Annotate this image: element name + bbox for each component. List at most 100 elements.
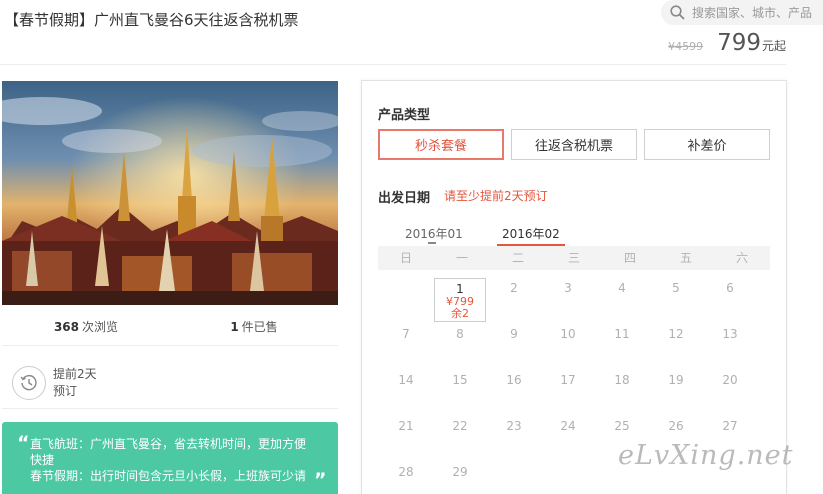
day-number: 26 xyxy=(668,419,684,433)
weekday-label: 六 xyxy=(735,251,748,265)
calendar-day[interactable]: 2 xyxy=(488,278,540,322)
day-number: 20 xyxy=(722,373,738,387)
weekday-label: 日 xyxy=(399,251,412,265)
original-price: ¥4599 xyxy=(668,40,704,53)
day-number: 8 xyxy=(456,327,464,341)
search-input[interactable]: 搜索国家、城市、产品 xyxy=(692,4,812,21)
calendar-day[interactable]: 10 xyxy=(542,324,594,368)
views-count: 368 xyxy=(53,320,80,334)
day-remaining: 余2 xyxy=(451,307,469,320)
highlight-line: 春节假期：出行时间包含元旦小长假，上班族可少请 xyxy=(30,469,307,483)
calendar-day[interactable]: 20 xyxy=(704,370,756,414)
month-tab-feb[interactable]: 2016年02 xyxy=(497,225,565,246)
calendar-day[interactable]: 9 xyxy=(488,324,540,368)
day-number: 18 xyxy=(614,373,630,387)
calendar-day[interactable]: 28 xyxy=(380,462,432,494)
month-marker xyxy=(428,242,436,244)
calendar-day[interactable]: 14 xyxy=(380,370,432,414)
day-number: 27 xyxy=(722,419,738,433)
day-number: 12 xyxy=(668,327,684,341)
calendar-day[interactable]: 29 xyxy=(434,462,486,494)
month-tab-jan[interactable]: 2016年01 xyxy=(405,225,463,242)
close-quote-icon: ” xyxy=(314,469,327,491)
day-number: 6 xyxy=(726,281,734,295)
calendar-day[interactable]: 18 xyxy=(596,370,648,414)
highlight-line: 直飞航班：广州直飞曼谷，省去转机时间，更加方便 xyxy=(30,437,307,451)
day-number: 5 xyxy=(672,281,680,295)
search-box[interactable]: 搜索国家、城市、产品 xyxy=(661,0,823,25)
day-number: 24 xyxy=(560,419,576,433)
price-block: ¥4599 799 元起 xyxy=(668,30,786,56)
calendar-day[interactable]: 5 xyxy=(650,278,702,322)
day-number: 23 xyxy=(506,419,522,433)
sold-label: 件已售 xyxy=(241,320,278,334)
advance-notice: 请至少提前2天预订 xyxy=(444,189,548,203)
weekday-label: 五 xyxy=(679,251,692,265)
highlight-line: 快捷 xyxy=(30,453,55,467)
weekday-header: 日 一 二 三 四 五 六 xyxy=(378,246,770,270)
calendar-day[interactable]: 16 xyxy=(488,370,540,414)
day-number: 1 xyxy=(456,282,464,296)
departure-date-label: 出发日期 xyxy=(378,191,431,206)
sold-count: 1 xyxy=(230,320,239,334)
search-icon xyxy=(670,5,685,20)
day-number: 14 xyxy=(398,373,414,387)
open-quote-icon: “ xyxy=(17,432,30,454)
highlights-box: “ 直飞航班：广州直飞曼谷，省去转机时间，更加方便 快捷 春节假期：出行时间包含… xyxy=(2,422,338,494)
calendar-day[interactable]: 12 xyxy=(650,324,702,368)
calendar-day[interactable]: 19 xyxy=(650,370,702,414)
divider xyxy=(2,345,338,346)
calendar-day[interactable]: 11 xyxy=(596,324,648,368)
day-number: 2 xyxy=(510,281,518,295)
weekday-label: 三 xyxy=(567,251,580,265)
current-price: 799 xyxy=(717,30,761,56)
calendar-day[interactable]: 17 xyxy=(542,370,594,414)
calendar-day[interactable]: 6 xyxy=(704,278,756,322)
stats-row: 368 次浏览 1 件已售 xyxy=(2,318,338,335)
day-number: 25 xyxy=(614,419,630,433)
advance-label: 预订 xyxy=(53,384,78,398)
calendar-day[interactable]: 7 xyxy=(380,324,432,368)
divider xyxy=(0,64,786,65)
day-number: 22 xyxy=(452,419,468,433)
sold-stat: 1 件已售 xyxy=(170,318,338,335)
divider xyxy=(2,408,338,409)
calendar-day[interactable]: 1 ¥799 余2 xyxy=(434,278,486,322)
price-unit: 元起 xyxy=(761,39,786,53)
calendar-day[interactable]: 4 xyxy=(596,278,648,322)
day-number: 19 xyxy=(668,373,684,387)
calendar-day[interactable]: 24 xyxy=(542,416,594,460)
weekday-label: 二 xyxy=(511,251,524,265)
day-number: 10 xyxy=(560,327,576,341)
day-number: 11 xyxy=(614,327,630,341)
advance-days: 提前2天 xyxy=(53,367,97,381)
day-number: 13 xyxy=(722,327,738,341)
calendar-day[interactable]: 22 xyxy=(434,416,486,460)
site-watermark: eLvXing.net xyxy=(618,440,794,471)
weekday-label: 四 xyxy=(623,251,636,265)
calendar-day[interactable]: 13 xyxy=(704,324,756,368)
product-type-option-round-trip[interactable]: 往返含税机票 xyxy=(511,129,637,160)
day-number: 4 xyxy=(618,281,626,295)
product-type-option-flash-sale[interactable]: 秒杀套餐 xyxy=(378,129,504,160)
product-type-option-price-diff[interactable]: 补差价 xyxy=(644,129,770,160)
day-number: 16 xyxy=(506,373,522,387)
weekday-label: 一 xyxy=(455,251,468,265)
history-clock-icon xyxy=(12,366,46,400)
calendar-day[interactable]: 8 xyxy=(434,324,486,368)
product-type-label: 产品类型 xyxy=(378,108,431,123)
calendar-day[interactable]: 23 xyxy=(488,416,540,460)
calendar-day[interactable]: 21 xyxy=(380,416,432,460)
day-number: 3 xyxy=(564,281,572,295)
views-stat: 368 次浏览 xyxy=(2,318,170,335)
views-label: 次浏览 xyxy=(82,320,119,334)
calendar-day[interactable]: 15 xyxy=(434,370,486,414)
calendar-day[interactable]: 3 xyxy=(542,278,594,322)
day-number: 7 xyxy=(402,327,410,341)
day-number: 21 xyxy=(398,419,414,433)
booking-panel: 产品类型 秒杀套餐 往返含税机票 补差价 出发日期 请至少提前2天预订 2016… xyxy=(361,80,787,494)
day-number: 28 xyxy=(398,465,414,479)
advance-booking-info: 提前2天 预订 xyxy=(12,366,97,400)
page-title: 【春节假期】广州直飞曼谷6天往返含税机票 xyxy=(4,11,299,29)
day-number: 17 xyxy=(560,373,576,387)
